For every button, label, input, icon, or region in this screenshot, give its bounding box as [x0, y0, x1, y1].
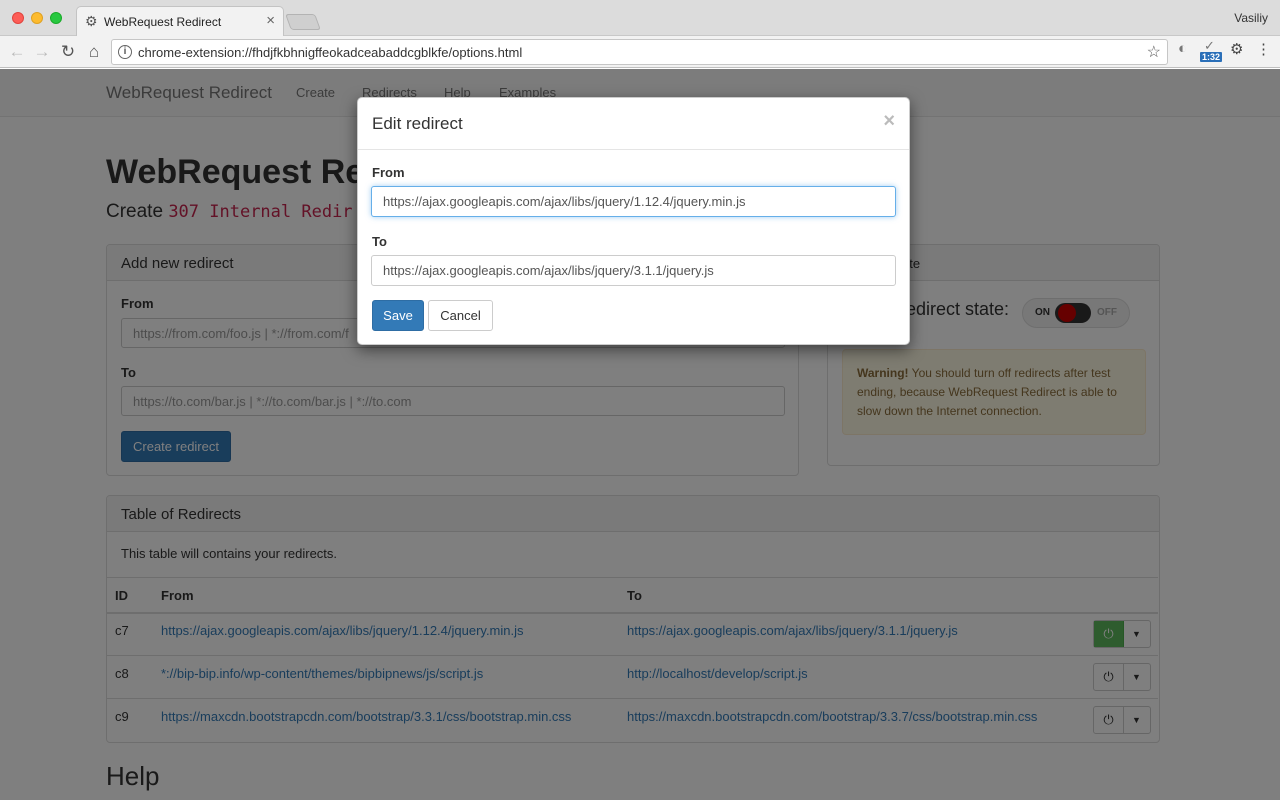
bookmark-star-icon[interactable]: ☆	[1147, 42, 1161, 62]
home-icon[interactable]: ⌂	[83, 41, 105, 63]
new-tab-button[interactable]	[285, 14, 321, 30]
cancel-button[interactable]: Cancel	[428, 300, 493, 331]
gear-icon: ⚙	[85, 13, 98, 29]
tab-title: WebRequest Redirect	[104, 15, 222, 29]
browser-toolbar: ← → ↻ ⌂ i chrome-extension://fhdjfkbhnig…	[0, 36, 1280, 68]
edit-redirect-modal: Edit redirect × From https://ajax.google…	[357, 97, 910, 345]
maximize-window-button[interactable]	[50, 12, 62, 24]
minimize-window-button[interactable]	[31, 12, 43, 24]
modal-title: Edit redirect	[372, 114, 463, 133]
modal-from-label: From	[372, 165, 405, 180]
browser-titlebar: ⚙ WebRequest Redirect × Vasiliy	[0, 0, 1280, 37]
forward-arrow-icon[interactable]: →	[31, 41, 53, 63]
menu-icon[interactable]: ⋮	[1256, 40, 1271, 58]
close-window-button[interactable]	[12, 12, 24, 24]
browser-tab[interactable]: ⚙ WebRequest Redirect ×	[76, 6, 284, 37]
extension-gear-icon[interactable]: ⚙	[1230, 40, 1243, 58]
info-icon[interactable]: i	[118, 45, 132, 59]
url-text[interactable]: chrome-extension://fhdjfkbhnigffeokadcea…	[138, 45, 522, 60]
modal-to-label: To	[372, 234, 387, 249]
modal-from-input[interactable]: https://ajax.googleapis.com/ajax/libs/jq…	[371, 186, 896, 217]
extension-icon[interactable]: ◐	[1178, 40, 1187, 57]
address-bar[interactable]: i chrome-extension://fhdjfkbhnigffeokadc…	[111, 39, 1168, 65]
tab-close-icon[interactable]: ×	[266, 12, 275, 29]
modal-header: Edit redirect ×	[358, 98, 909, 150]
save-button[interactable]: Save	[372, 300, 424, 331]
back-arrow-icon[interactable]: ←	[6, 41, 28, 63]
modal-to-input[interactable]: https://ajax.googleapis.com/ajax/libs/jq…	[371, 255, 896, 286]
close-icon[interactable]: ×	[883, 110, 895, 133]
reload-icon[interactable]: ↻	[57, 41, 79, 63]
profile-name[interactable]: Vasiliy	[1234, 11, 1268, 25]
extension-badge[interactable]: 1:32	[1200, 52, 1223, 62]
